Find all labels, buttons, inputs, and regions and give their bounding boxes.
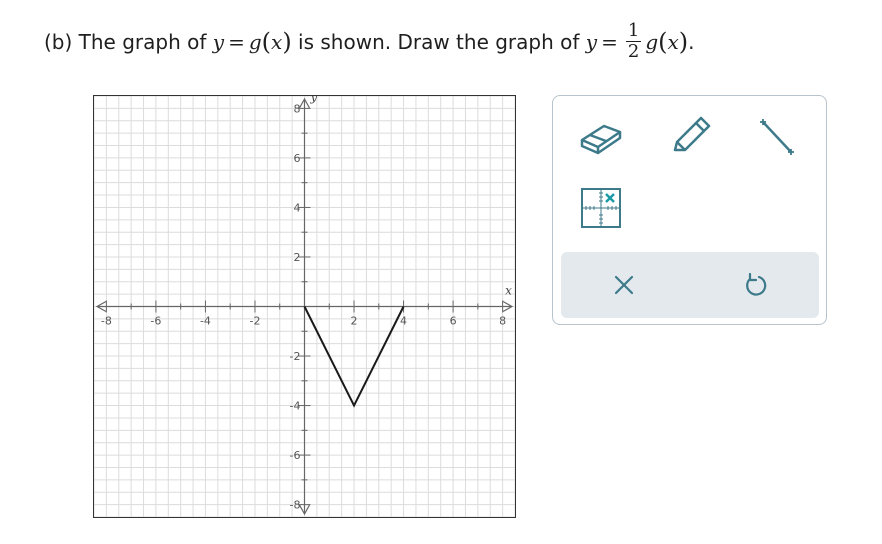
undo-button[interactable] — [731, 260, 781, 310]
x-tick-label: 8 — [499, 315, 506, 328]
y-tick-label: 8 — [294, 102, 301, 115]
math-g: g — [248, 30, 262, 54]
x-tick-label: -8 — [101, 315, 112, 328]
pencil-tool-button[interactable] — [663, 108, 719, 164]
x-axis-label: x — [505, 284, 512, 298]
math-paren-close2: ) — [678, 28, 689, 56]
pencil-icon — [673, 116, 711, 152]
math-y: y — [212, 30, 225, 54]
math-equals: = — [228, 30, 245, 54]
y-tick-label: 2 — [294, 251, 301, 264]
eraser-icon — [580, 124, 622, 155]
x-tick-label: 6 — [450, 315, 457, 328]
y-tick-label: -4 — [290, 400, 301, 413]
question-middle: is shown. Draw the graph of — [298, 30, 580, 54]
fraction-numerator: 1 — [625, 19, 642, 42]
line-segment-icon — [760, 119, 794, 155]
math-g2: g — [645, 30, 659, 54]
math-paren-close: ) — [282, 28, 292, 56]
eraser-tool-button[interactable] — [573, 108, 629, 164]
math-equals2: = — [601, 30, 618, 54]
x-tick-label: 2 — [351, 315, 358, 328]
x-tick-label: 4 — [400, 315, 407, 328]
math-x: x — [271, 30, 283, 54]
math-y2: y — [585, 30, 598, 54]
y-tick-label: -8 — [290, 499, 301, 512]
question-text: (b) The graph of y = g (x) is shown. Dra… — [44, 20, 695, 64]
point-tool-button[interactable] — [573, 180, 629, 236]
math-x2: x — [667, 30, 679, 54]
line-tool-button[interactable] — [749, 108, 805, 164]
math-paren-open: ( — [261, 28, 272, 56]
fraction-one-half: 1 2 — [625, 19, 642, 62]
tool-panel — [552, 95, 827, 325]
question-prefix: (b) The graph of — [44, 30, 207, 54]
fraction-denominator: 2 — [627, 40, 640, 62]
y-tick-label: 4 — [294, 201, 301, 214]
clear-button[interactable] — [599, 260, 649, 310]
y-tick-label: -6 — [290, 449, 301, 462]
y-axis-label: y — [310, 96, 318, 104]
graph-svg[interactable]: -8 -6 -4 -2 2 4 6 8 8 6 4 2 -2 -4 -6 -8 x y — [94, 96, 515, 517]
question-end: . — [688, 30, 695, 54]
undo-icon — [746, 272, 767, 296]
y-tick-label: -2 — [290, 350, 301, 363]
x-tick-label: -2 — [249, 315, 260, 328]
point-grid-icon — [581, 188, 621, 228]
x-tick-label: -4 — [200, 315, 211, 328]
action-bar — [561, 252, 819, 318]
y-tick-label: 6 — [294, 152, 301, 165]
math-paren-open2: ( — [658, 28, 668, 56]
clear-x-icon — [614, 275, 634, 295]
graph-canvas[interactable]: -8 -6 -4 -2 2 4 6 8 8 6 4 2 -2 -4 -6 -8 x y — [93, 95, 516, 518]
x-tick-label: -6 — [150, 315, 161, 328]
